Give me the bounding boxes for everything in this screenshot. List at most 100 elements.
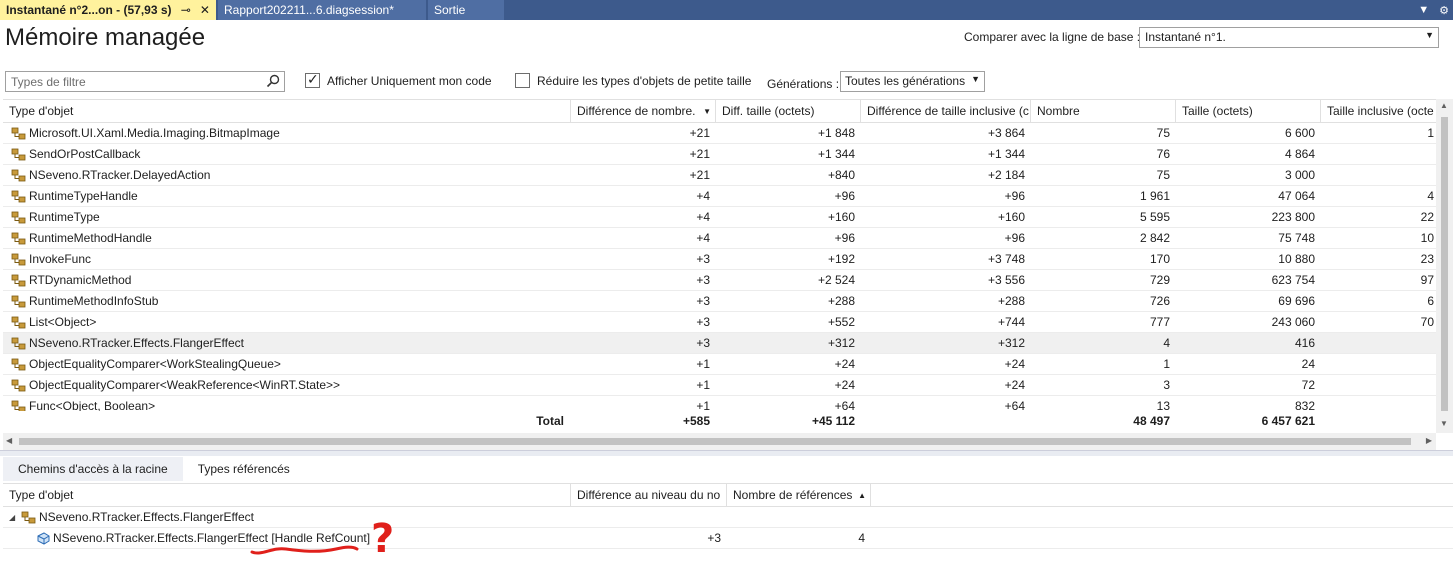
pin-icon[interactable]: ⊸: [181, 3, 191, 17]
cell-count-diff: +21: [689, 126, 710, 140]
chevron-down-icon[interactable]: ▼: [1418, 4, 1429, 16]
cell-size: 69 696: [1278, 294, 1315, 308]
cell-count: 777: [1149, 315, 1170, 329]
column-header-size-diff[interactable]: Diff. taille (octets): [716, 100, 861, 123]
cell-inclusive-size-diff: +24: [1004, 357, 1025, 371]
baseline-label: Comparer avec la ligne de base :: [964, 30, 1141, 44]
column-header-inclusive-size[interactable]: Taille inclusive (octe: [1321, 100, 1436, 123]
cell-type-name: RuntimeMethodHandle: [29, 231, 152, 245]
column-header-inclusive-size-diff[interactable]: Différence de taille inclusive (c: [861, 100, 1031, 123]
total-row: Total +585 +45 112 48 497 6 457 621: [3, 411, 1436, 432]
total-size-diff: +45 112: [811, 414, 855, 428]
column-header-size[interactable]: Taille (octets): [1176, 100, 1321, 123]
cell-size-diff: +24: [834, 378, 855, 392]
table-row[interactable]: RuntimeMethodInfoStub +3 +288 +288 726 69 696…: [3, 291, 1436, 312]
total-count: 48 497: [1133, 414, 1170, 428]
cell-size: 623 754: [1271, 273, 1315, 287]
column-header-level-diff[interactable]: Différence au niveau du no: [571, 484, 727, 507]
table-row[interactable]: RTDynamicMethod +3 +2 524 +3 556 729 623 754 9…: [3, 270, 1436, 291]
search-icon[interactable]: [266, 74, 280, 88]
tab-output[interactable]: Sortie: [428, 0, 504, 20]
table-row[interactable]: Func<Object, Boolean> +1 +64 +64 13 832: [3, 396, 1436, 411]
tree-row-name: NSeveno.RTracker.Effects.FlangerEffect: [39, 510, 254, 524]
cell-inclusive-size: 70: [1420, 315, 1434, 329]
page-title: Mémoire managée: [5, 24, 206, 51]
scrollbar-thumb[interactable]: [1441, 117, 1448, 411]
cell-inclusive-size-diff: +3 748: [987, 252, 1025, 266]
column-header-reference-count[interactable]: Nombre de références ▲: [727, 484, 871, 507]
cell-inclusive-size: 1: [1427, 126, 1434, 140]
cell-inclusive-size: 6: [1427, 294, 1434, 308]
table-row[interactable]: RuntimeType +4 +160 +160 5 595 223 800 22: [3, 207, 1436, 228]
collapse-triangle-icon[interactable]: ◢: [9, 507, 15, 528]
tab-snapshot-label: Instantané n°2...on - (57,93 s): [6, 3, 172, 17]
column-header-type[interactable]: Type d'objet: [3, 484, 571, 507]
table-row[interactable]: ObjectEqualityComparer<WorkStealingQueue…: [3, 354, 1436, 375]
object-types-grid: Type d'objet Différence de nombre. ▼ Dif…: [3, 99, 1436, 433]
cell-count-diff: +1: [696, 399, 710, 411]
tree-row-reference-count: 4: [858, 531, 865, 545]
cell-size: 4 864: [1284, 147, 1315, 161]
cell-count-diff: +3: [696, 252, 710, 266]
table-row[interactable]: RuntimeMethodHandle +4 +96 +96 2 842 75 748 10: [3, 228, 1436, 249]
checkbox-unchecked-icon[interactable]: [515, 73, 530, 88]
cell-inclusive-size-diff: +1 344: [987, 147, 1025, 161]
table-row[interactable]: NSeveno.RTracker.DelayedAction +21 +840 +2 …: [3, 165, 1436, 186]
table-row[interactable]: InvokeFunc +3 +192 +3 748 170 10 880 23: [3, 249, 1436, 270]
cell-inclusive-size: 23: [1420, 252, 1434, 266]
scroll-left-icon[interactable]: ◀: [6, 436, 12, 445]
panel-splitter[interactable]: [0, 450, 1453, 456]
tab-report[interactable]: Rapport202211...6.diagsession*: [218, 0, 426, 20]
cell-inclusive-size: [1321, 333, 1434, 354]
tree-row-root[interactable]: ◢ NSeveno.RTracker.Effects.FlangerEffect: [3, 507, 1453, 528]
table-row[interactable]: RuntimeTypeHandle +4 +96 +96 1 961 47 064 4: [3, 186, 1436, 207]
tab-referenced-types[interactable]: Types référencés: [183, 457, 305, 481]
cell-type-name: Microsoft.UI.Xaml.Media.Imaging.BitmapIm…: [29, 126, 280, 140]
column-header-count-diff[interactable]: Différence de nombre. ▼: [571, 100, 716, 123]
cell-count: 4: [1163, 336, 1170, 350]
table-row[interactable]: NSeveno.RTracker.Effects.FlangerEffect +3…: [3, 333, 1436, 354]
cell-inclusive-size: 4: [1427, 189, 1434, 203]
cell-count: 1: [1163, 357, 1170, 371]
tree-row-level-diff: +3: [707, 531, 721, 545]
just-my-code-label: Afficher Uniquement mon code: [327, 73, 492, 88]
cell-inclusive-size-diff: +3 864: [987, 126, 1025, 140]
checkbox-checked-icon[interactable]: [305, 71, 320, 88]
cell-type-name: NSeveno.RTracker.Effects.FlangerEffect: [29, 336, 244, 350]
cell-size-diff: +1 344: [817, 147, 855, 161]
generations-select[interactable]: Toutes les générations ▼: [840, 71, 985, 92]
tab-paths-to-root[interactable]: Chemins d'accès à la racine: [3, 457, 183, 481]
tab-snapshot[interactable]: Instantané n°2...on - (57,93 s) ⊸ ✕: [0, 0, 216, 20]
collapse-small-types-checkbox[interactable]: Réduire les types d'objets de petite tai…: [515, 73, 751, 88]
cell-size: 832: [1294, 399, 1315, 411]
class-type-icon: [21, 511, 36, 524]
cell-count: 726: [1149, 294, 1170, 308]
scrollbar-thumb[interactable]: [19, 438, 1411, 445]
cell-type-name: RuntimeType: [29, 210, 100, 224]
baseline-select[interactable]: Instantané n°1. ▼: [1139, 27, 1439, 48]
column-header-count[interactable]: Nombre: [1031, 100, 1176, 123]
scroll-up-icon[interactable]: ▲: [1440, 101, 1448, 110]
tree-row-child[interactable]: NSeveno.RTracker.Effects.FlangerEffect […: [3, 528, 1453, 549]
grid-horizontal-scrollbar[interactable]: ◀ ▶: [3, 433, 1436, 450]
cell-size-diff: +552: [827, 315, 855, 329]
cell-count-diff: +4: [696, 231, 710, 245]
table-row[interactable]: List<Object> +3 +552 +744 777 243 060 70: [3, 312, 1436, 333]
table-row[interactable]: ObjectEqualityComparer<WeakReference<Win…: [3, 375, 1436, 396]
gear-icon[interactable]: ⚙: [1439, 4, 1449, 17]
collapse-small-types-label: Réduire les types d'objets de petite tai…: [537, 73, 752, 88]
close-icon[interactable]: ✕: [200, 3, 210, 17]
column-header-type[interactable]: Type d'objet: [3, 100, 571, 123]
filter-input[interactable]: [6, 72, 256, 91]
document-tab-strip: Instantané n°2...on - (57,93 s) ⊸ ✕ Rapp…: [0, 0, 1453, 20]
just-my-code-checkbox[interactable]: Afficher Uniquement mon code: [305, 71, 492, 88]
cell-type-name: ObjectEqualityComparer<WeakReference<Win…: [29, 378, 341, 392]
scroll-right-icon[interactable]: ▶: [1426, 436, 1432, 445]
cell-size: 24: [1301, 357, 1315, 371]
cell-count-diff: +4: [696, 189, 710, 203]
scroll-down-icon[interactable]: ▼: [1440, 419, 1448, 428]
table-row[interactable]: SendOrPostCallback +21 +1 344 +1 344 76 4 864: [3, 144, 1436, 165]
table-row[interactable]: Microsoft.UI.Xaml.Media.Imaging.BitmapIm…: [3, 123, 1436, 144]
grid-vertical-scrollbar[interactable]: ▲ ▼: [1436, 99, 1453, 433]
cell-count: 75: [1156, 126, 1170, 140]
